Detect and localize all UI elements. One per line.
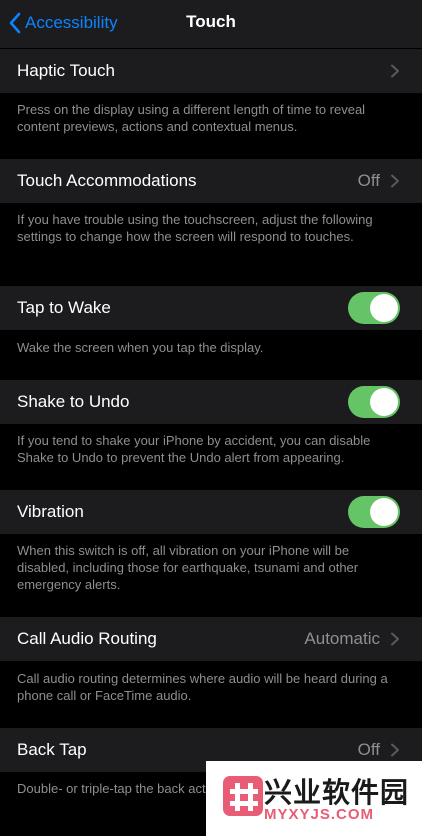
toggle-knob [370,388,398,416]
toggle-knob [370,498,398,526]
call-audio-routing-footer: Call audio routing determines where audi… [17,671,388,703]
call-audio-routing-row[interactable]: Call Audio Routing Automatic [0,617,422,661]
watermark-logo-icon [223,776,263,816]
vibration-footer: When this switch is off, all vibration o… [17,543,359,592]
tap-to-wake-row: Tap to Wake [0,286,422,330]
touch-accommodations-row[interactable]: Touch Accommodations Off [0,159,422,203]
touch-accommodations-label: Touch Accommodations [17,171,197,190]
tap-to-wake-toggle[interactable] [348,292,400,324]
touch-accommodations-value: Off [357,171,380,190]
vibration-row: Vibration [0,490,422,534]
chevron-right-icon [391,174,399,188]
vibration-label: Vibration [17,502,84,521]
navigation-bar: Accessibility Touch [0,0,422,48]
chevron-right-icon [391,743,399,757]
haptic-touch-footer: Press on the display using a different l… [17,102,366,134]
shake-to-undo-toggle[interactable] [348,386,400,418]
haptic-touch-label: Haptic Touch [17,61,115,80]
watermark-url-text: MYXYJS.COM [264,806,375,823]
toggle-knob [370,294,398,322]
shake-to-undo-footer: If you tend to shake your iPhone by acci… [17,433,371,465]
call-audio-routing-value: Automatic [304,629,380,648]
page-title: Touch [186,12,236,31]
touch-accommodations-footer: If you have trouble using the touchscree… [17,212,373,244]
site-watermark: 兴业软件园 MYXYJS.COM [206,761,422,836]
chevron-right-icon [391,632,399,646]
chevron-right-icon [391,64,399,78]
call-audio-routing-label: Call Audio Routing [17,629,157,648]
back-tap-value: Off [357,740,380,759]
vibration-toggle[interactable] [348,496,400,528]
haptic-touch-row[interactable]: Haptic Touch [0,49,422,93]
tap-to-wake-footer: Wake the screen when you tap the display… [17,340,264,355]
tap-to-wake-label: Tap to Wake [17,298,111,317]
back-tap-label: Back Tap [17,740,87,759]
watermark-chinese-text: 兴业软件园 [264,777,410,808]
shake-to-undo-row: Shake to Undo [0,380,422,424]
shake-to-undo-label: Shake to Undo [17,392,130,411]
